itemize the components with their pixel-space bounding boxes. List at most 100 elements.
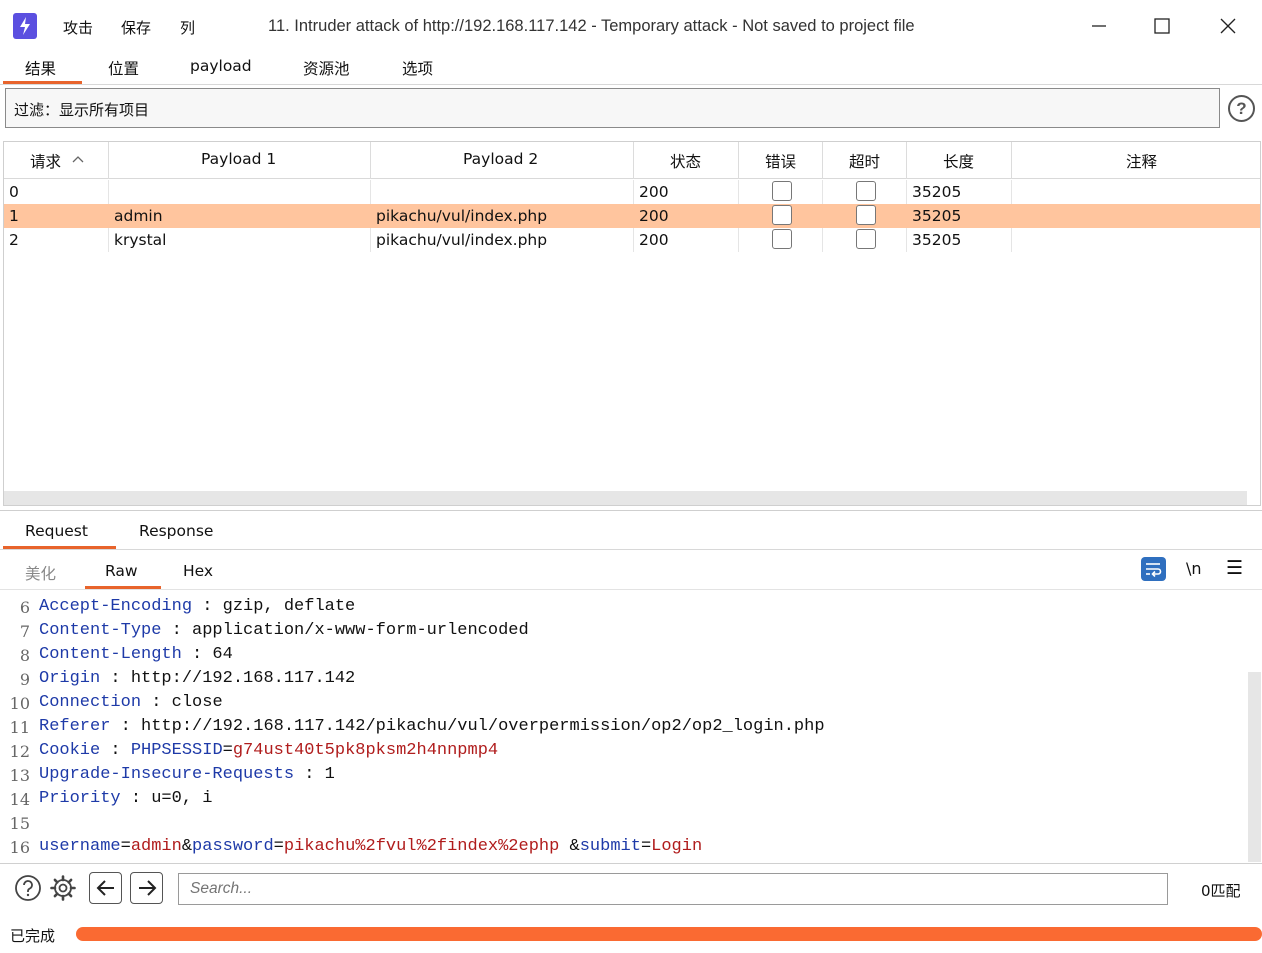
cell-divider xyxy=(370,180,371,204)
code-value: pikachu%2fvul%2findex%2ephp xyxy=(283,837,560,856)
cell-divider xyxy=(108,228,109,252)
column-header-length[interactable]: 长度 xyxy=(943,150,974,172)
cell-payload1: admin xyxy=(114,207,163,225)
maximize-button[interactable] xyxy=(1137,8,1187,44)
column-divider[interactable] xyxy=(370,142,371,179)
code-line: Priority : u=0, i xyxy=(39,789,212,808)
error-checkbox[interactable] xyxy=(772,181,792,201)
cell-length: 35205 xyxy=(912,207,962,225)
line-number: 7 xyxy=(19,622,30,641)
tab-resource-pool[interactable]: 资源池 xyxy=(303,57,350,79)
code-text: : close xyxy=(141,693,223,712)
code-key: username xyxy=(39,837,121,856)
timeout-checkbox[interactable] xyxy=(856,205,876,225)
column-header-comment[interactable]: 注释 xyxy=(1126,150,1157,172)
arrow-right-icon xyxy=(138,880,156,896)
table-header xyxy=(4,142,1260,179)
menu-columns[interactable]: 列 xyxy=(180,17,195,38)
column-header-timeout[interactable]: 超时 xyxy=(849,150,880,172)
code-text: : gzip, deflate xyxy=(192,597,356,616)
cell-status: 200 xyxy=(639,207,669,225)
code-line: Upgrade-Insecure-Requests : 1 xyxy=(39,765,335,784)
code-text: : xyxy=(100,741,131,760)
column-divider[interactable] xyxy=(633,142,634,179)
line-number: 6 xyxy=(19,598,30,617)
menu-attack[interactable]: 攻击 xyxy=(63,17,93,38)
column-header-payload2[interactable]: Payload 2 xyxy=(463,150,538,168)
column-header-payload1[interactable]: Payload 1 xyxy=(201,150,276,168)
tab-positions[interactable]: 位置 xyxy=(108,57,139,79)
tab-pretty[interactable]: 美化 xyxy=(25,562,56,584)
settings-button[interactable] xyxy=(49,874,77,902)
filter-bar[interactable] xyxy=(5,88,1220,128)
pane-splitter[interactable] xyxy=(0,510,1262,511)
timeout-checkbox[interactable] xyxy=(856,181,876,201)
table-row-selected[interactable] xyxy=(4,204,1260,228)
code-key: Accept-Encoding xyxy=(39,597,193,616)
table-row[interactable] xyxy=(4,228,1260,252)
code-key: Priority xyxy=(39,789,121,808)
cell-payload2: pikachu/vul/index.php xyxy=(376,231,548,249)
arrow-left-icon xyxy=(96,880,114,896)
error-checkbox[interactable] xyxy=(772,229,792,249)
column-divider[interactable] xyxy=(108,142,109,179)
cell-request: 2 xyxy=(9,231,19,249)
timeout-checkbox[interactable] xyxy=(856,229,876,249)
code-key: Upgrade-Insecure-Requests xyxy=(39,765,295,784)
wrap-lines-button[interactable] xyxy=(1141,557,1166,581)
cell-divider xyxy=(906,180,907,204)
help-icon[interactable]: ? xyxy=(1228,95,1255,122)
close-button[interactable] xyxy=(1203,8,1253,44)
previous-match-button[interactable] xyxy=(89,872,122,904)
minimize-icon xyxy=(1092,25,1106,27)
horizontal-scrollbar[interactable] xyxy=(4,491,1247,505)
minimize-button[interactable] xyxy=(1074,8,1124,44)
tab-hex[interactable]: Hex xyxy=(183,562,213,580)
code-line: Content-Length : 64 xyxy=(39,645,233,664)
tab-results[interactable]: 结果 xyxy=(25,57,56,79)
show-newlines-button[interactable]: \n xyxy=(1186,559,1202,578)
code-line: username=admin&password=pikachu%2fvul%2f… xyxy=(39,837,702,856)
close-icon xyxy=(1220,18,1236,34)
code-text: : application/x-www-form-urlencoded xyxy=(161,621,529,640)
tab-options[interactable]: 选项 xyxy=(402,57,433,79)
burp-logo-icon xyxy=(13,13,37,39)
line-number: 15 xyxy=(9,814,30,833)
code-text: : 64 xyxy=(181,645,233,664)
code-text: : u=0, i xyxy=(120,789,213,808)
tab-response[interactable]: Response xyxy=(139,522,213,540)
help-button[interactable] xyxy=(14,874,42,902)
column-divider[interactable] xyxy=(906,142,907,179)
column-header-error[interactable]: 错误 xyxy=(765,150,796,172)
tab-divider xyxy=(0,549,1262,550)
tab-raw[interactable]: Raw xyxy=(105,562,138,580)
tab-payloads[interactable]: payload xyxy=(190,57,252,75)
tab-divider xyxy=(0,84,1262,85)
maximize-icon xyxy=(1154,18,1170,34)
line-number: 14 xyxy=(9,790,30,809)
code-value: admin xyxy=(130,837,182,856)
menu-save[interactable]: 保存 xyxy=(121,17,151,38)
next-match-button[interactable] xyxy=(130,872,163,904)
table-row[interactable] xyxy=(4,180,1260,204)
cell-divider xyxy=(1011,180,1012,204)
cell-request: 0 xyxy=(9,183,19,201)
tab-request[interactable]: Request xyxy=(25,522,88,540)
column-divider[interactable] xyxy=(822,142,823,179)
column-divider[interactable] xyxy=(1011,142,1012,179)
column-header-request[interactable]: 请求 xyxy=(30,150,61,172)
column-divider[interactable] xyxy=(738,142,739,179)
search-input[interactable] xyxy=(178,873,1168,905)
filter-label: 过滤：显示所有项目 xyxy=(14,101,150,119)
editor-menu-button[interactable]: ☰ xyxy=(1226,557,1243,579)
column-header-status[interactable]: 状态 xyxy=(670,150,701,172)
code-key: password xyxy=(192,837,274,856)
match-count: 0匹配 xyxy=(1201,882,1241,900)
code-text: = xyxy=(640,837,652,856)
code-text: : 1 xyxy=(294,765,335,784)
progress-bar xyxy=(76,927,1262,941)
code-key: Connection xyxy=(39,693,142,712)
vertical-scrollbar[interactable] xyxy=(1248,672,1261,862)
code-text: : http://192.168.117.142 xyxy=(100,669,356,688)
error-checkbox[interactable] xyxy=(772,205,792,225)
